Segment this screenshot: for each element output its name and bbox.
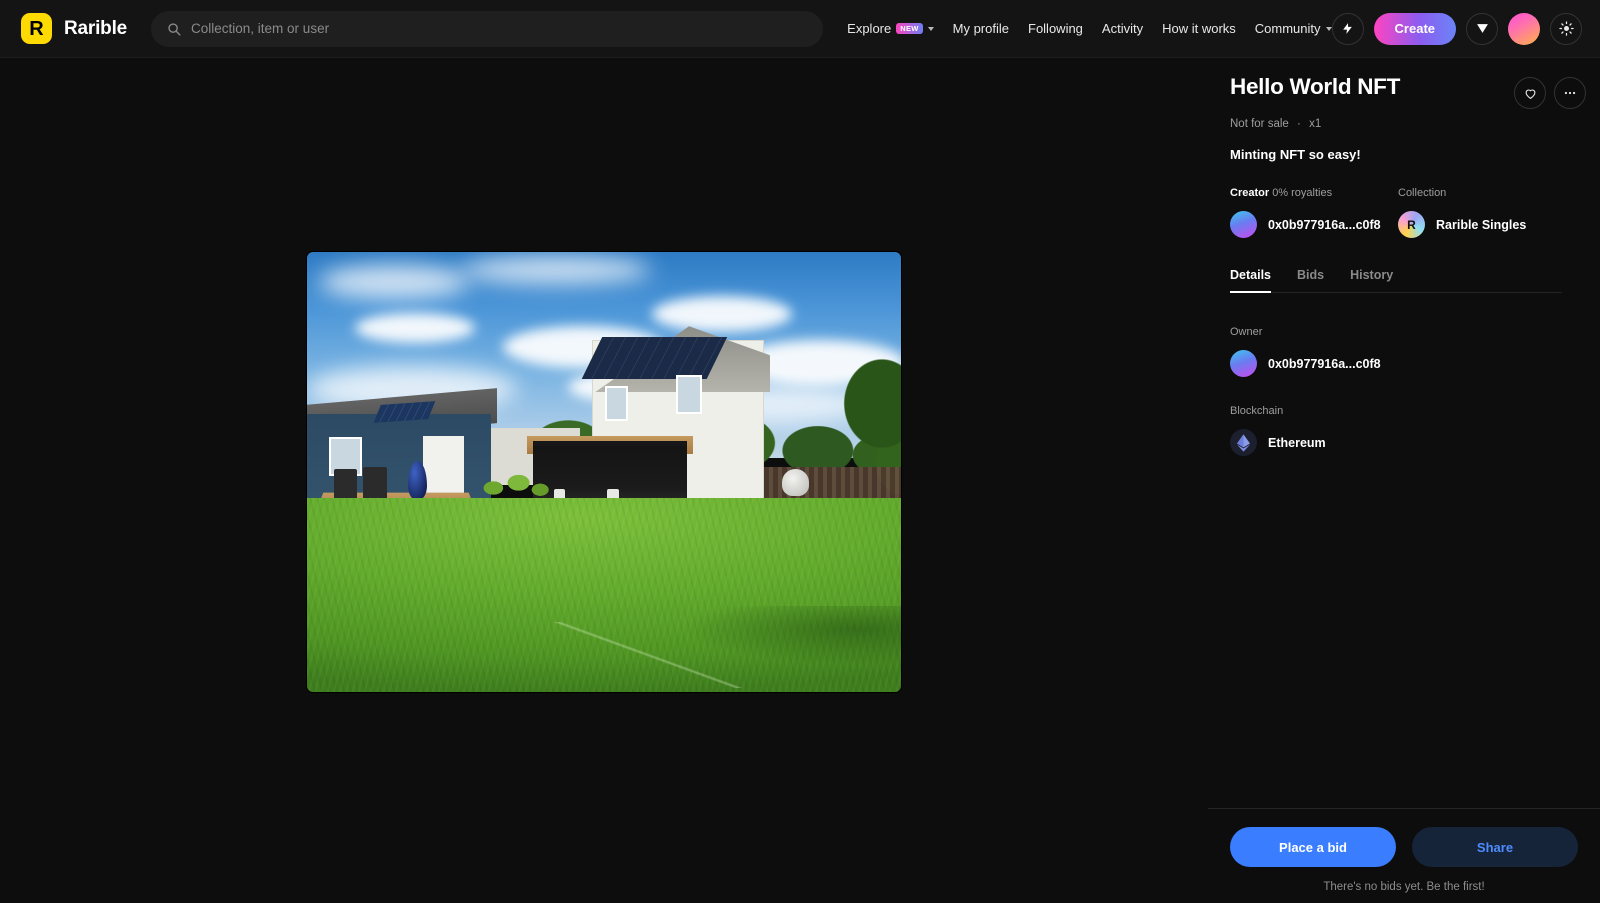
creator-collection-row: Creator 0% royalties 0x0b977916a...c0f8 …	[1230, 187, 1562, 238]
collection-block: Collection R Rarible Singles	[1398, 187, 1526, 238]
nav-item-following[interactable]: Following	[1028, 21, 1083, 36]
creator-address: 0x0b977916a...c0f8	[1268, 217, 1381, 232]
creator-block: Creator 0% royalties 0x0b977916a...c0f8	[1230, 187, 1398, 238]
creator-avatar	[1230, 211, 1257, 238]
item-details-panel: Hello World NFT Not for sale · x1 Mintin…	[1208, 58, 1600, 903]
tab-details[interactable]: Details	[1230, 268, 1271, 293]
nav-item-explore[interactable]: Explore NEW	[847, 21, 934, 36]
patio-chair	[363, 467, 388, 498]
owner-link[interactable]: 0x0b977916a...c0f8	[1230, 350, 1562, 377]
nav-item-how-it-works[interactable]: How it works	[1162, 21, 1236, 36]
item-description: Minting NFT so easy!	[1230, 147, 1361, 162]
solar-panels	[581, 337, 728, 380]
lightning-icon	[1343, 23, 1352, 34]
main-nav: Explore NEW My profile Following Activit…	[847, 21, 1332, 36]
creator-royalties: 0% royalties	[1272, 187, 1333, 199]
brand-home-link[interactable]: R Rarible	[21, 13, 127, 44]
rarible-logo-icon: R	[21, 13, 52, 44]
ethereum-glyph	[1237, 433, 1250, 452]
nav-label-how-it-works: How it works	[1162, 21, 1236, 36]
nav-label-explore: Explore	[847, 21, 892, 36]
artwork-stage	[0, 58, 1208, 903]
search-icon	[168, 22, 181, 36]
collection-link[interactable]: R Rarible Singles	[1398, 211, 1526, 238]
top-navigation-bar: R Rarible Explore NEW My profile Followi…	[0, 0, 1600, 58]
lightning-icon-button[interactable]	[1331, 12, 1364, 45]
creator-label: Creator	[1230, 187, 1270, 199]
cloud	[651, 295, 792, 332]
creator-link[interactable]: 0x0b977916a...c0f8	[1230, 211, 1398, 238]
send-icon-button[interactable]	[1466, 12, 1498, 45]
new-badge: NEW	[896, 23, 923, 34]
quantity-badge: x1	[1309, 118, 1322, 130]
nav-label-activity: Activity	[1101, 21, 1144, 36]
sun-icon	[1558, 21, 1574, 36]
lawn	[307, 497, 901, 692]
blockchain-row: Ethereum	[1230, 429, 1562, 456]
nav-label-following: Following	[1028, 21, 1083, 36]
title-actions	[1514, 77, 1586, 109]
collection-label: Collection	[1398, 187, 1447, 199]
creator-label-row: Creator 0% royalties	[1230, 187, 1398, 199]
nav-item-activity[interactable]: Activity	[1102, 21, 1143, 36]
sale-status-line: Not for sale · x1	[1230, 118, 1562, 130]
user-avatar[interactable]	[1508, 12, 1540, 45]
nav-item-community[interactable]: Community	[1255, 21, 1332, 36]
more-options-button[interactable]	[1554, 77, 1586, 109]
collection-name: Rarible Singles	[1436, 217, 1527, 232]
theme-toggle-button[interactable]	[1550, 12, 1582, 45]
tab-bids[interactable]: Bids	[1297, 268, 1324, 293]
page-title: Hello World NFT	[1230, 74, 1401, 99]
chevron-down-icon	[927, 27, 934, 31]
grill	[782, 469, 809, 496]
tab-history[interactable]: History	[1350, 268, 1393, 293]
nav-label-community: Community	[1254, 21, 1321, 36]
brand-name: Rarible	[64, 17, 128, 39]
nav-item-my-profile[interactable]: My profile	[953, 21, 1009, 36]
search-bar[interactable]	[151, 10, 824, 47]
share-button[interactable]: Share	[1412, 827, 1578, 867]
blockchain-section: Blockchain Ethereum	[1230, 405, 1562, 456]
no-bids-note: There's no bids yet. Be the first!	[1323, 881, 1485, 893]
title-row: Hello World NFT	[1230, 74, 1586, 109]
detail-tabs: Details Bids History	[1230, 268, 1562, 293]
patio-chair	[333, 469, 358, 498]
window	[678, 376, 700, 413]
owner-avatar	[1230, 350, 1257, 377]
window	[606, 387, 626, 419]
place-a-bid-button[interactable]: Place a bid	[1230, 827, 1396, 867]
heart-icon	[1525, 89, 1535, 99]
action-buttons: Place a bid Share	[1230, 827, 1578, 867]
blockchain-name: Ethereum	[1268, 435, 1326, 450]
owner-label: Owner	[1230, 326, 1263, 338]
panel-footer: Place a bid Share There's no bids yet. B…	[1208, 808, 1600, 903]
meta-separator: ·	[1297, 118, 1301, 130]
nav-label-my-profile: My profile	[952, 21, 1009, 36]
collection-avatar: R	[1398, 211, 1425, 238]
more-options-icon	[1564, 91, 1576, 95]
collection-badge-letter: R	[1407, 217, 1416, 232]
like-button[interactable]	[1514, 77, 1546, 109]
create-button[interactable]: Create	[1373, 12, 1456, 45]
owner-section: Owner 0x0b977916a...c0f8	[1230, 326, 1562, 377]
header-actions: Create	[1331, 12, 1582, 45]
cloud	[354, 313, 475, 344]
mow-line	[544, 621, 747, 688]
nft-image	[307, 251, 901, 692]
cloud	[461, 255, 652, 284]
nft-artwork[interactable]	[307, 251, 901, 692]
ethereum-icon	[1230, 429, 1257, 456]
cloud	[318, 264, 469, 299]
search-input[interactable]	[191, 21, 808, 36]
send-icon	[1476, 24, 1488, 33]
blockchain-label: Blockchain	[1230, 405, 1284, 417]
owner-address: 0x0b977916a...c0f8	[1268, 356, 1381, 371]
sale-status: Not for sale	[1230, 118, 1289, 130]
